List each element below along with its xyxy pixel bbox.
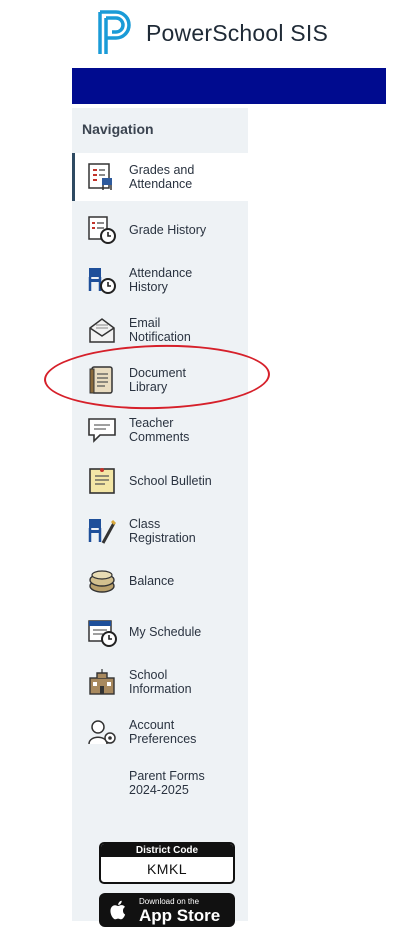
district-code-heading: District Code [101,844,233,857]
powerschool-p-icon [98,10,131,54]
powerschool-logo[interactable]: PowerSchool SIS [96,8,328,58]
teacher-comments-icon [88,418,116,443]
active-indicator [72,153,75,201]
nav-item-balance[interactable]: Balance [72,557,248,605]
account-preferences-icon [88,720,116,745]
nav-item-grade-history[interactable]: Grade History [72,206,248,254]
attendance-history-icon [88,268,116,294]
nav-label: Grade History [129,223,207,237]
nav-item-parent-forms[interactable]: Parent Forms 2024-2025 [72,759,248,807]
nav-label: School Information [129,668,192,696]
nav-item-class-registration[interactable]: Class Registration [72,507,248,555]
school-bulletin-icon [89,468,115,494]
nav-item-teacher-comments[interactable]: Teacher Comments [72,406,248,454]
nav-label: School Bulletin [129,474,212,488]
nav-label: Balance [129,574,175,588]
district-code-value: KMKL [146,861,188,877]
class-registration-icon [88,519,117,544]
nav-item-school-bulletin[interactable]: School Bulletin [72,457,248,505]
nav-label: My Schedule [129,625,202,639]
nav-label: Class Registration [129,517,196,545]
apple-icon [110,900,126,920]
nav-item-my-schedule[interactable]: My Schedule [72,608,248,656]
nav-label: Account Preferences [129,718,197,746]
nav-item-grades-attendance[interactable]: Grades and Attendance [72,153,248,201]
email-notification-icon [89,318,115,343]
grade-history-icon [88,216,116,244]
nav-label: Teacher Comments [129,416,190,444]
district-code-badge: District Code KMKL [99,842,235,884]
nav-item-account-preferences[interactable]: Account Preferences [72,708,248,756]
school-information-icon [89,669,115,695]
nav-title: Navigation [82,121,154,137]
nav-item-attendance-history[interactable]: Attendance History [72,256,248,304]
nav-item-school-information[interactable]: School Information [72,658,248,706]
nav-label: Parent Forms 2024-2025 [129,769,205,797]
app-store-badge[interactable]: Download on the App Store [99,893,235,927]
brand-name: PowerSchool SIS [146,19,328,46]
header-bar [72,68,386,104]
app-store-small-text: Download on the [139,897,200,906]
balance-icon [89,570,115,593]
nav-label: Email Notification [129,316,191,344]
nav-label: Grades and Attendance [129,163,195,191]
my-schedule-icon [88,620,117,647]
app-store-big-text: App Store [139,906,221,925]
nav-label: Attendance History [129,266,193,294]
grades-attendance-icon [88,163,112,190]
